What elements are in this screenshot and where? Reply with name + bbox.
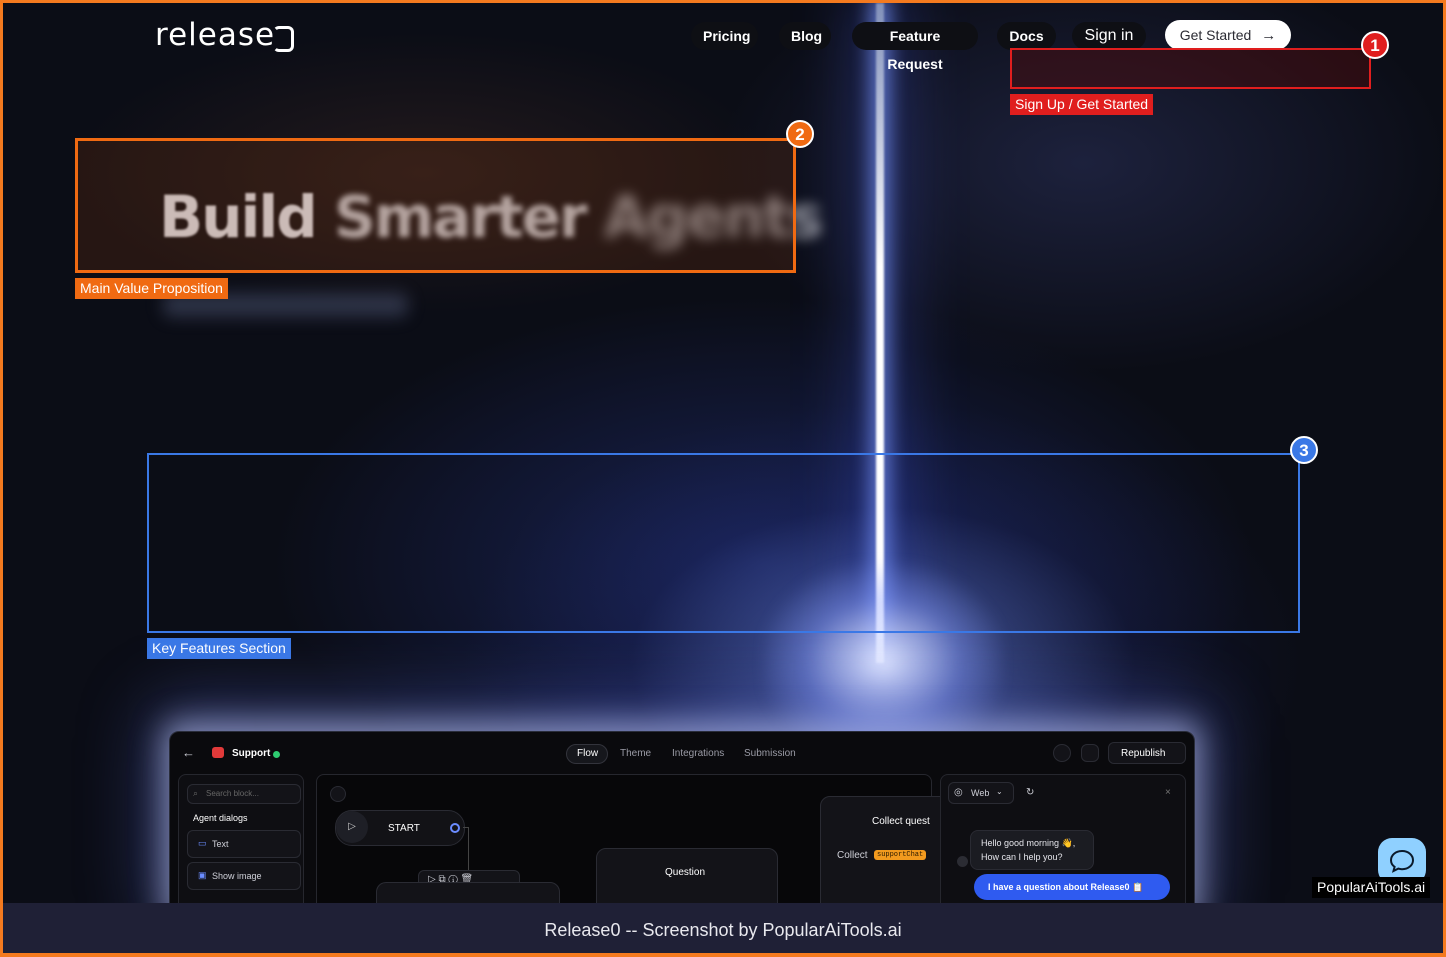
annotation-number-2: 2	[786, 120, 814, 148]
collect-label: Collect	[837, 850, 868, 861]
close-icon[interactable]: ×	[1165, 787, 1171, 798]
tab-submission[interactable]: Submission	[744, 748, 796, 759]
bot-message-line-1: Hello good morning 👋,	[981, 838, 1076, 848]
tab-integrations[interactable]: Integrations	[672, 748, 724, 759]
refresh-icon[interactable]: ↻	[1026, 787, 1034, 798]
agent-dialogs-heading: Agent dialogs	[193, 813, 248, 823]
footer-caption: Release0 -- Screenshot by PopularAiTools…	[3, 903, 1443, 953]
republish-label: Republish	[1121, 748, 1166, 759]
logo-icon	[273, 26, 294, 52]
back-arrow-icon[interactable]: ←	[182, 745, 195, 760]
get-started-label: Get Started	[1179, 27, 1252, 43]
watermark-label: PopularAiTools.ai	[1312, 877, 1431, 898]
canvas-menu-icon[interactable]	[330, 786, 346, 802]
chevron-down-icon: ⌄	[996, 787, 1003, 796]
question-node-label: Question	[665, 867, 706, 878]
annotation-number-1: 1	[1361, 31, 1389, 59]
app-preview: ← Support Flow Theme Integrations Submis…	[169, 731, 1195, 903]
tab-theme[interactable]: Theme	[620, 748, 651, 759]
app-title: Support	[232, 748, 271, 759]
annotation-number-3: 3	[1290, 436, 1318, 464]
user-reply-text: I have a question about Release0 📋	[988, 882, 1144, 892]
block-text-label: Text	[212, 839, 229, 849]
page-stage: release Pricing Blog Feature Request Doc…	[3, 3, 1443, 903]
annotation-box-signup	[1010, 48, 1371, 89]
bot-avatar	[957, 856, 968, 867]
start-node-port[interactable]	[450, 823, 460, 833]
external-link-icon[interactable]	[1081, 744, 1099, 762]
collect-node-heading: Collect quest	[872, 816, 930, 827]
menu-node[interactable]	[376, 882, 560, 903]
text-block-icon: ▭	[198, 838, 207, 848]
start-node-label: START	[388, 823, 420, 834]
logo-text[interactable]: release	[155, 17, 275, 53]
nav-feature-request[interactable]: Feature Request	[852, 22, 978, 72]
bot-message-line-2: How can I help you?	[981, 852, 1063, 862]
play-icon[interactable]	[1053, 744, 1071, 762]
get-started-button[interactable]: Get Started →	[1165, 20, 1291, 50]
nav-docs[interactable]: Docs	[997, 22, 1056, 50]
sign-in-link[interactable]: Sign in	[1072, 22, 1146, 50]
annotation-label-signup: Sign Up / Get Started	[1010, 94, 1154, 115]
bot-message-bubble	[970, 830, 1094, 870]
nav-blog[interactable]: Blog	[779, 22, 831, 50]
search-icon: ⌕	[193, 788, 199, 798]
tab-flow[interactable]: Flow	[577, 748, 598, 759]
annotation-label-features: Key Features Section	[147, 638, 291, 659]
annotation-box-value-prop	[75, 138, 796, 273]
start-play-icon: ▷	[336, 811, 368, 843]
block-show-image-label: Show image	[212, 871, 262, 881]
chat-bubble-icon	[1389, 849, 1415, 873]
channel-select-value: Web	[971, 788, 990, 798]
search-placeholder: Search block...	[206, 789, 259, 798]
collect-variable-tag: supportChat	[874, 850, 927, 860]
arrow-right-icon: →	[1261, 27, 1277, 44]
online-status-dot	[273, 751, 280, 758]
nav-pricing[interactable]: Pricing	[691, 22, 758, 50]
annotation-box-features	[147, 453, 1300, 633]
globe-icon: ◎	[954, 787, 963, 798]
image-block-icon: ▣	[198, 870, 207, 880]
support-bot-icon	[212, 747, 224, 758]
annotation-label-value-prop: Main Value Proposition	[75, 278, 228, 299]
